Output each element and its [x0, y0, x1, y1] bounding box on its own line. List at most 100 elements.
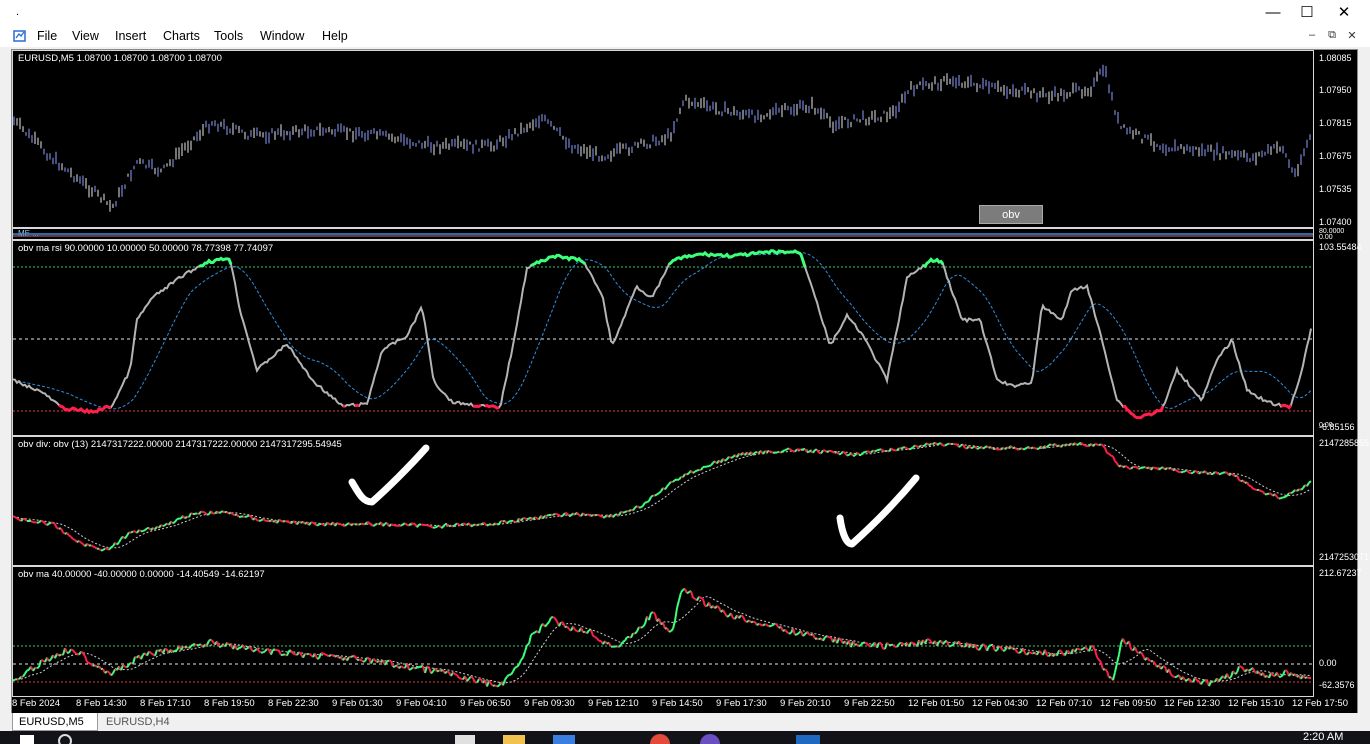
div-obv-segment	[416, 523, 420, 528]
obvma-segment	[528, 634, 532, 645]
taskbar-app-icon[interactable]	[700, 734, 720, 744]
time-tick: 12 Feb 09:50	[1100, 698, 1156, 709]
obvma-segment	[1248, 668, 1252, 672]
obvma-segment	[822, 636, 826, 642]
obvma-segment	[1010, 646, 1014, 650]
tab-eurusd-h4[interactable]: EURUSD,H4	[100, 713, 186, 731]
div-obv-segment	[600, 515, 604, 519]
div-obv-segment	[1112, 455, 1116, 462]
div-obv-segment	[598, 514, 602, 517]
div-obv-segment	[656, 492, 660, 496]
obvma-segment	[750, 620, 754, 624]
div-obv-segment	[184, 515, 188, 520]
obvma-segment	[488, 679, 492, 685]
div-obv-segment	[944, 443, 948, 447]
div-obv-segment	[508, 519, 512, 523]
obvma-segment	[670, 628, 674, 632]
taskbar-app-icon[interactable]	[455, 735, 475, 744]
obvma-segment	[1074, 647, 1078, 653]
taskbar-app-icon[interactable]	[796, 735, 820, 744]
div-obv-segment	[1106, 452, 1110, 455]
div-obv-segment	[1308, 480, 1312, 484]
obvma-segment	[350, 654, 354, 658]
obvma-segment	[924, 638, 928, 644]
div-obv-segment	[1010, 445, 1014, 449]
obvma-segment	[1106, 670, 1110, 678]
obvma-segment	[264, 648, 268, 652]
folder-icon[interactable]	[503, 735, 525, 744]
obvma-segment	[648, 612, 652, 621]
div-obv-segment	[1060, 443, 1064, 448]
menu-window[interactable]: Window	[260, 29, 304, 43]
tab-eurusd-m5[interactable]: EURUSD,M5	[12, 713, 98, 731]
div-obv-segment	[700, 466, 704, 471]
div-obv-segment	[706, 465, 710, 468]
div-obv-segment	[1258, 488, 1262, 493]
obvma-segment	[634, 630, 638, 635]
start-icon[interactable]	[20, 735, 34, 744]
menu-tools[interactable]: Tools	[214, 29, 243, 43]
div-obv-segment	[882, 449, 886, 453]
menu-help[interactable]: Help	[322, 29, 348, 43]
div-obv-segment	[994, 447, 998, 451]
close-icon[interactable]: ✕	[1325, 0, 1363, 26]
obvma-segment	[1306, 676, 1310, 679]
div-obv-segment	[512, 520, 516, 523]
search-icon[interactable]	[58, 734, 72, 744]
div-obv-segment	[470, 524, 474, 528]
div-obv-segment	[672, 479, 676, 483]
minimize-icon[interactable]: —	[1254, 0, 1292, 26]
obvma-segment	[36, 666, 40, 670]
obvma-tick: -62.3576	[1319, 680, 1355, 690]
div-obv-segment	[570, 512, 574, 517]
obvma-segment	[308, 652, 312, 656]
mdi-minimize-icon[interactable]: –	[1304, 29, 1320, 41]
obv-button[interactable]: obv	[979, 205, 1043, 224]
div-obv-segment	[98, 547, 102, 552]
maximize-icon[interactable]: ☐	[1288, 0, 1326, 26]
obvma-tick: 212.67237	[1319, 568, 1362, 578]
store-icon[interactable]	[553, 735, 575, 744]
obvma-segment	[622, 639, 626, 643]
obvma-segment	[202, 643, 206, 648]
obvma-segment	[336, 655, 340, 659]
div-obv-segment	[282, 520, 286, 523]
div-tick: 2147285855	[1319, 438, 1370, 448]
obvma-segment	[110, 672, 114, 677]
div-obv-segment	[912, 444, 916, 449]
div-obv-segment	[500, 519, 504, 523]
div-obv-segment	[766, 450, 770, 453]
obvma-segment	[372, 658, 376, 661]
div-obv-segment	[66, 532, 70, 537]
chart-window[interactable]: EURUSD,M5 1.08700 1.08700 1.08700 1.0870…	[11, 49, 1369, 714]
obvma-segment	[452, 671, 456, 675]
div-obv-segment	[316, 523, 320, 527]
obvma-segment	[258, 650, 262, 654]
obvma-segment	[1136, 651, 1140, 654]
obvma-segment	[1092, 645, 1096, 651]
div-obv-segment	[884, 449, 888, 453]
obvma-segment	[672, 620, 676, 630]
obvma-segment	[1302, 674, 1306, 679]
menu-view[interactable]: View	[72, 29, 99, 43]
time-tick: 8 Feb 19:50	[204, 698, 255, 709]
div-obv-segment	[636, 505, 640, 509]
div-obv-segment	[934, 441, 938, 446]
obvma-segment	[1112, 671, 1116, 681]
div-obv-segment	[72, 538, 76, 541]
chrome-icon[interactable]	[650, 734, 670, 744]
mdi-close-icon[interactable]: ✕	[1344, 29, 1360, 42]
div-obv-segment	[618, 511, 622, 516]
obvma-segment	[1218, 677, 1222, 682]
div-obv-segment	[784, 448, 788, 452]
div-obv-segment	[584, 513, 588, 517]
menu-insert[interactable]: Insert	[115, 29, 146, 43]
menu-charts[interactable]: Charts	[163, 29, 200, 43]
obvma-segment	[256, 647, 260, 652]
div-obv-segment	[1082, 443, 1086, 447]
menu-file[interactable]: File	[37, 29, 57, 43]
obvma-segment	[910, 641, 914, 645]
div-obv-segment	[568, 514, 572, 518]
mdi-restore-icon[interactable]: ⧉	[1324, 29, 1340, 42]
div-obv-segment	[1024, 446, 1028, 450]
